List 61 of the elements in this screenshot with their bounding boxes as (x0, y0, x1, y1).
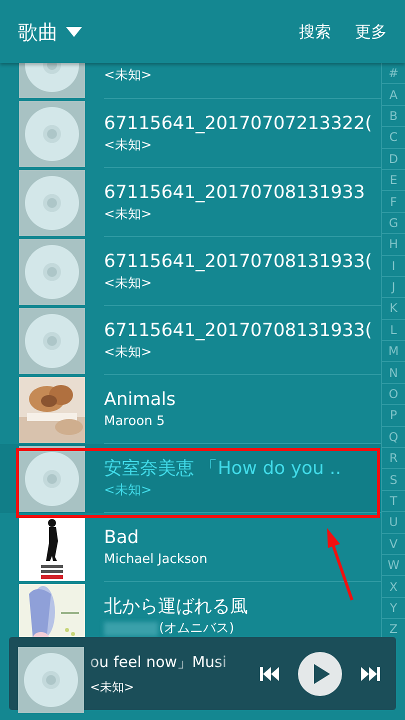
index-letter[interactable]: O (382, 384, 405, 406)
song-artist: (オムニバス) (159, 620, 234, 636)
index-letter[interactable]: B (382, 106, 405, 128)
index-letter[interactable]: Y (382, 598, 405, 620)
song-title: 北から運ばれる風 (104, 596, 249, 618)
song-artist: <未知> (104, 344, 152, 360)
index-letter[interactable]: R (382, 448, 405, 470)
song-artist: <未知> (104, 68, 152, 84)
index-letter[interactable]: E (382, 170, 405, 192)
index-letter[interactable]: L (382, 320, 405, 342)
now-playing-artist: <未知> (90, 678, 136, 696)
screen-title: 歌曲 (18, 18, 58, 46)
index-letter[interactable]: N (382, 362, 405, 384)
index-letter[interactable]: Q (382, 426, 405, 448)
play-icon (314, 664, 330, 684)
index-letter[interactable]: I (382, 256, 405, 277)
index-letter[interactable]: J (382, 276, 405, 298)
index-letter[interactable]: W (382, 554, 405, 576)
song-artist: <未知> (104, 206, 152, 222)
song-title: 67115641_20170708131933( (104, 250, 373, 272)
index-letter[interactable]: # (382, 63, 405, 84)
index-letter[interactable]: X (382, 576, 405, 598)
song-row[interactable]: 67115641_20170708131933( <未知> (0, 306, 381, 375)
index-letter[interactable]: K (382, 298, 405, 320)
header-action[interactable]: 搜索 (299, 20, 331, 44)
header-action[interactable]: 更多 (355, 20, 387, 44)
index-letter[interactable]: V (382, 534, 405, 555)
index-letter[interactable]: C (382, 127, 405, 149)
now-playing-title: ou feel now」Musi (90, 652, 228, 674)
index-letter[interactable]: M (382, 341, 405, 362)
song-artist: Michael Jackson (104, 552, 208, 568)
song-artist: <未知> (104, 482, 152, 498)
song-row[interactable]: 67115641_20170707213322( <未知> (0, 99, 381, 168)
previous-button[interactable] (260, 666, 280, 682)
song-title: 安室奈美恵 「How do you .. (104, 458, 342, 480)
song-row[interactable]: Bad Michael Jackson (0, 513, 381, 582)
next-button[interactable] (360, 666, 380, 682)
index-letter[interactable]: U (382, 512, 405, 534)
song-artist: Maroon 5 (104, 414, 165, 430)
song-title: Bad (104, 526, 140, 548)
song-title: Animals (104, 388, 177, 410)
index-letter[interactable]: S (382, 469, 405, 491)
index-letter[interactable]: T (382, 490, 405, 512)
play-button[interactable] (298, 652, 342, 696)
song-title: 67115641_20170708131933 (104, 182, 366, 204)
index-letter[interactable]: H (382, 234, 405, 256)
song-row[interactable]: 67115641_20170708131933( <未知> (0, 237, 381, 306)
song-row[interactable]: Animals Maroon 5 (0, 375, 381, 444)
index-letter[interactable]: D (382, 148, 405, 170)
song-artist: <未知> (104, 138, 152, 154)
song-title: 67115641_20170707213322( (104, 112, 373, 134)
song-row[interactable]: <未知> (0, 63, 381, 99)
index-letter[interactable]: G (382, 212, 405, 234)
song-row[interactable]: 67115641_20170708131933 <未知> (0, 168, 381, 237)
index-letter[interactable]: F (382, 191, 405, 213)
song-row[interactable]: 安室奈美恵 「How do you .. <未知> (0, 444, 381, 513)
song-title: 67115641_20170708131933( (104, 320, 373, 342)
dropdown-icon[interactable] (66, 26, 82, 36)
song-artist: <未知> (104, 276, 152, 292)
index-letter[interactable]: P (382, 405, 405, 427)
index-letter[interactable]: A (382, 84, 405, 106)
